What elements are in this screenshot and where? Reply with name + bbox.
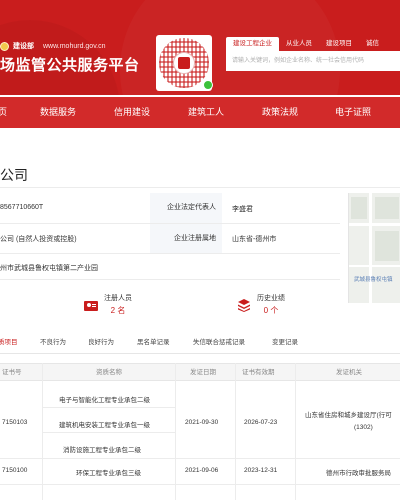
qr-logo-icon — [173, 52, 195, 74]
company-type-value: 公司 (自然人投资或控股) — [0, 236, 77, 243]
search-tab-credit[interactable]: 诚信 — [359, 37, 386, 51]
qual-name[interactable]: 环保工程专业承包三级 — [76, 467, 141, 477]
search-tab-enterprise[interactable]: 建设工程企业 — [226, 37, 279, 51]
col-cert-no: 证书号 — [2, 369, 22, 376]
search-tab-personnel[interactable]: 从业人员 — [279, 37, 319, 51]
qr-code-pattern — [159, 38, 209, 88]
map-road — [369, 193, 372, 303]
stat-registered-staff[interactable]: 注册人员 2 名 — [84, 293, 132, 316]
nav-item-data-service[interactable]: 数据服务 — [40, 97, 76, 128]
map-block — [375, 197, 399, 219]
qual-name[interactable]: 电子与智能化工程专业承包二级 — [59, 394, 150, 404]
map-place-label: 武城县鲁权屯镇 — [354, 277, 393, 283]
qr-code — [156, 35, 213, 91]
tab-joint-punishment[interactable]: 失信联合惩戒记录 — [193, 334, 245, 352]
qual-name[interactable]: 消防设施工程专业承包二级 — [63, 444, 141, 454]
national-emblem-icon — [0, 41, 9, 51]
people-icon — [84, 298, 98, 312]
location-map[interactable]: 武城县鲁权屯镇 — [348, 193, 400, 303]
cert-no: 7150100 — [2, 467, 28, 474]
site-title[interactable]: 场监管公共服务平台 — [0, 54, 140, 75]
stack-icon — [237, 298, 251, 312]
ministry-label: 建设部 — [13, 43, 34, 50]
info-row: 公司 (自然人投资或控股) 企业注册属地 山东省-德州市 — [0, 224, 340, 254]
expiry-date: 2026-07-23 — [244, 419, 278, 426]
row-divider — [42, 407, 175, 408]
nav-item-policy[interactable]: 政策法规 — [262, 97, 298, 128]
nav-item-home[interactable]: 页 — [0, 97, 7, 128]
stat-label: 历史业绩 — [257, 295, 285, 302]
column-divider — [295, 363, 296, 500]
tab-blacklist[interactable]: 黑名单记录 — [137, 334, 170, 352]
col-expiry: 证书有效期 — [242, 369, 275, 376]
ministry-brand[interactable]: 建设部 www.mohurd.gov.cn — [0, 41, 106, 51]
nav-item-workers[interactable]: 建筑工人 — [188, 97, 224, 128]
row-divider — [0, 458, 400, 459]
reg-place-value: 山东省-德州市 — [232, 236, 277, 243]
qual-name[interactable]: 建筑机电安装工程专业承包一级 — [59, 419, 150, 429]
company-name: 公司 — [0, 167, 28, 183]
section-divider — [0, 187, 400, 188]
search-tabs: 建设工程企业 从业人员 建设项目 诚信 — [226, 37, 386, 51]
record-tabs: 质项目 不良行为 良好行为 黑名单记录 失信联合惩戒记录 变更记录 — [0, 334, 400, 354]
row-divider — [0, 484, 400, 485]
info-row: 8567710660T 企业法定代表人 李盛君 — [0, 193, 340, 224]
search-tab-projects[interactable]: 建设项目 — [319, 37, 359, 51]
stat-value: 2 名 — [110, 306, 126, 315]
map-road — [349, 265, 400, 267]
issue-date: 2021-09-30 — [185, 419, 219, 426]
col-issue-date: 发证日期 — [190, 369, 216, 376]
column-divider — [175, 363, 176, 500]
map-block — [351, 197, 367, 219]
tab-qualifications[interactable]: 质项目 — [0, 334, 18, 352]
stat-value: 0 个 — [263, 306, 279, 315]
tab-good-behavior[interactable]: 良好行为 — [88, 334, 114, 352]
address-value: 州市武城县鲁权屯镇第二产业园 — [0, 265, 98, 272]
col-qual-name: 资质名称 — [96, 369, 122, 376]
stat-text: 注册人员 2 名 — [104, 293, 132, 316]
reg-place-label: 企业注册属地 — [150, 224, 222, 253]
nav-item-credit[interactable]: 信用建设 — [114, 97, 150, 128]
expiry-date: 2023-12-31 — [244, 467, 278, 474]
issue-date: 2021-09-06 — [185, 467, 219, 474]
legal-rep-value: 李盛君 — [232, 206, 253, 213]
info-row: 州市武城县鲁权屯镇第二产业园 — [0, 254, 340, 280]
map-road — [349, 223, 400, 226]
column-divider — [235, 363, 236, 500]
col-authority: 发证机关 — [336, 369, 362, 376]
stat-text: 历史业绩 0 个 — [257, 293, 285, 316]
main-nav: 页 数据服务 信用建设 建筑工人 政策法规 电子证照 — [0, 97, 400, 128]
wechat-badge-icon — [203, 80, 213, 90]
issuing-authority: 山东省住房和城乡建设厅(行可 — [305, 412, 392, 419]
issuing-authority: (1302) — [354, 424, 373, 431]
issuing-authority: 德州市行政审批服务局 — [326, 470, 391, 477]
cert-no: 7150103 — [2, 419, 28, 426]
tab-change-records[interactable]: 变更记录 — [272, 334, 298, 352]
nav-item-e-license[interactable]: 电子证照 — [335, 97, 371, 128]
site-header: 建设部 www.mohurd.gov.cn 场监管公共服务平台 建设工程企业 从… — [0, 0, 400, 95]
ministry-domain: www.mohurd.gov.cn — [43, 42, 106, 50]
map-block — [375, 231, 399, 261]
row-divider — [42, 432, 175, 433]
legal-rep-label: 企业法定代表人 — [150, 193, 222, 223]
tab-bad-behavior[interactable]: 不良行为 — [40, 334, 66, 352]
stat-label: 注册人员 — [104, 295, 132, 302]
table-header: 证书号 资质名称 发证日期 证书有效期 发证机关 — [0, 363, 400, 381]
search-input[interactable] — [226, 51, 400, 71]
stat-history-performance[interactable]: 历史业绩 0 个 — [237, 293, 285, 316]
credit-code-value: 8567710660T — [0, 204, 44, 211]
